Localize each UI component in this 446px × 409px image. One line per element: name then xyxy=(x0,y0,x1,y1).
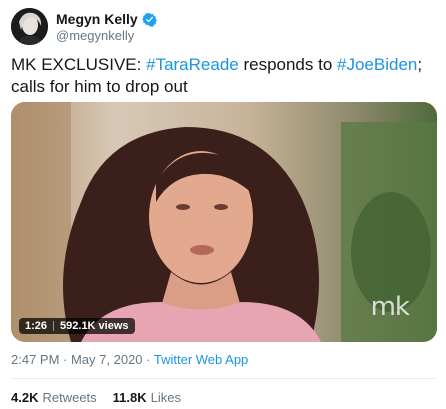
tweet-time[interactable]: 2:47 PM xyxy=(11,352,59,367)
divider xyxy=(11,378,435,379)
video-player[interactable]: 1:26 592.1K views mk xyxy=(11,102,437,342)
likes-count: 11.8K xyxy=(112,390,147,405)
author-name[interactable]: Megyn Kelly xyxy=(56,11,138,27)
hashtag-link[interactable]: #JoeBiden xyxy=(337,55,417,74)
tweet-text-segment: responds to xyxy=(238,55,338,74)
likes-stat[interactable]: 11.8K Likes xyxy=(113,390,181,405)
verified-badge-icon xyxy=(141,12,157,27)
video-duration: 1:26 xyxy=(25,320,48,332)
pill-divider xyxy=(53,321,55,331)
retweets-count: 4.2K xyxy=(11,390,39,405)
video-views: 592.1K views xyxy=(60,320,129,332)
tweet-text-segment: MK EXCLUSIVE: xyxy=(11,55,147,74)
avatar[interactable] xyxy=(11,8,48,45)
author-name-row[interactable]: Megyn Kelly xyxy=(56,11,157,27)
hashtag-link[interactable]: #TaraReade xyxy=(146,55,239,74)
tweet-text: MK EXCLUSIVE: #TaraReade responds to #Jo… xyxy=(11,54,431,98)
retweets-label: Retweets xyxy=(42,390,97,405)
retweets-stat[interactable]: 4.2K Retweets xyxy=(11,390,97,405)
tweet-date[interactable]: May 7, 2020 xyxy=(71,352,143,367)
likes-label: Likes xyxy=(150,390,182,405)
tweet-meta: 2:47 PM · May 7, 2020 · Twitter Web App xyxy=(11,352,248,367)
video-watermark: mk xyxy=(370,292,410,322)
meta-separator: · xyxy=(59,352,71,367)
video-info-pill: 1:26 592.1K views xyxy=(19,318,135,334)
engagement-stats: 4.2K Retweets 11.8K Likes xyxy=(11,390,181,405)
author-handle[interactable]: @megynkelly xyxy=(56,28,134,43)
meta-separator: · xyxy=(142,352,154,367)
tweet-source-link[interactable]: Twitter Web App xyxy=(154,352,248,367)
tweet-card: Megyn Kelly @megynkelly MK EXCLUSIVE: #T… xyxy=(0,0,446,409)
